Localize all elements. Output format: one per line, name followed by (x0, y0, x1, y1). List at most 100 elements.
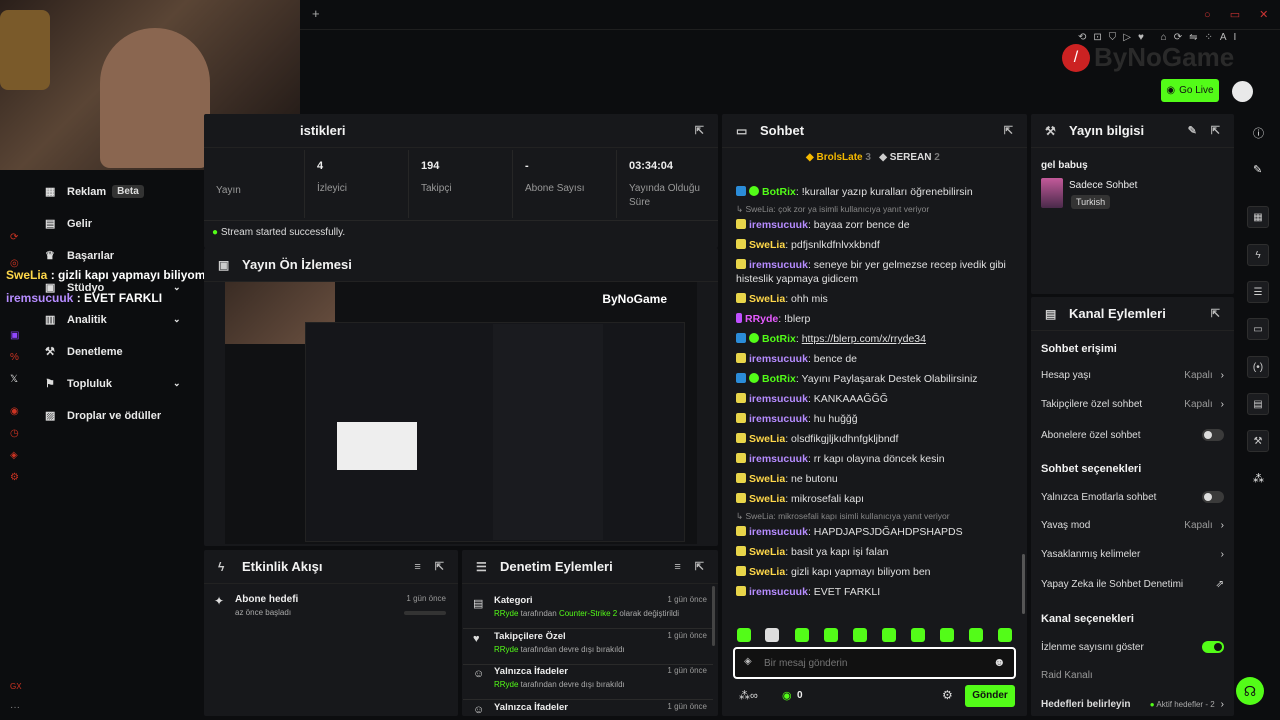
chat-message[interactable]: SweLia: ne butonu (722, 469, 1020, 489)
popout-icon[interactable]: ⇱ (1211, 124, 1220, 137)
popout-icon[interactable]: ⇱ (695, 124, 704, 137)
stats-header: istikleri ⇱ (204, 114, 718, 148)
stream-preview[interactable]: ByNoGame (225, 282, 697, 544)
emote-icon[interactable] (998, 628, 1012, 642)
sidebar-item-gelir[interactable]: ▤ Gelir (45, 217, 92, 231)
chat-message[interactable]: SweLia: basit ya kapı işi falan (722, 542, 1020, 562)
popout-icon[interactable]: ⇱ (695, 560, 704, 573)
emote-icon[interactable] (765, 628, 779, 642)
settings-icon[interactable]: ⚙ (10, 472, 19, 483)
new-tab-plus-icon[interactable]: + (312, 6, 320, 21)
emote-icon[interactable] (940, 628, 954, 642)
play-icon[interactable]: ◉ (10, 406, 19, 417)
twitch-icon[interactable]: ▣ (10, 330, 19, 341)
emote-icon[interactable] (853, 628, 867, 642)
percent-icon[interactable]: % (10, 352, 19, 363)
category-icon: ▤ (473, 598, 484, 610)
list-icon: ☰ (476, 559, 487, 574)
popout-icon[interactable]: ⇱ (435, 560, 444, 573)
broadcast-icon: ◉ (1166, 85, 1176, 96)
discord-icon[interactable]: ◈ (10, 450, 18, 461)
chat-message-input[interactable] (764, 654, 984, 672)
ai-moderation-row[interactable]: Yapay Zeka ile Sohbet Denetimi ⇗ (1031, 579, 1234, 590)
rail-wrench-button[interactable]: ⚒ (1247, 430, 1269, 452)
sidebar-item-topluluk[interactable]: ⚑ Topluluk ⌄ (45, 377, 181, 391)
chat-message[interactable]: iremsucuuk: EVET FARKLI (722, 582, 1020, 602)
popout-icon[interactable]: ⇱ (1004, 124, 1013, 137)
infinity-icon[interactable]: ⁂∞ (739, 689, 758, 702)
sidebar-item-analitik[interactable]: ▥ Analitik ⌄ (45, 313, 181, 327)
chat-header: ▭ Sohbet ⇱ (722, 114, 1027, 148)
avatar[interactable] (1232, 81, 1253, 102)
emotes-only-toggle[interactable] (1202, 491, 1224, 503)
emote-icon[interactable] (882, 628, 896, 642)
pencil-icon[interactable]: ✎ (1253, 163, 1262, 176)
chat-message[interactable]: RRyde: !blerp (722, 309, 1020, 329)
rail-actions-button[interactable]: ▤ (1247, 393, 1269, 415)
raid-row[interactable]: Raid Kanalı (1031, 670, 1234, 681)
send-button[interactable]: Gönder (965, 685, 1015, 707)
banned-words-row[interactable]: Yasaklanmış kelimeler › (1031, 549, 1234, 560)
edit-icon[interactable]: ✎ (1188, 124, 1197, 137)
chat-message[interactable]: iremsucuuk: seneye bir yer gelmezse rece… (722, 255, 1020, 289)
chat-message[interactable]: iremsucuuk: bayaa zorr bence de (722, 215, 1020, 235)
sidebar-item-denetleme[interactable]: ⚒ Denetleme (45, 345, 123, 359)
moderation-scrollbar[interactable] (712, 586, 715, 646)
chat-scrollbar[interactable] (1022, 554, 1025, 614)
chevron-down-icon: ⌄ (173, 314, 181, 324)
rail-moderation-button[interactable]: ☰ (1247, 281, 1269, 303)
chat-message[interactable]: iremsucuuk: KANKAAAĞĞĞ (722, 389, 1020, 409)
sidebar-item-basarilar[interactable]: ♛ Başarılar (45, 249, 114, 263)
chat-message[interactable]: BotRix: https://blerp.com/x/rryde34 (722, 329, 1020, 349)
emote-icon[interactable] (969, 628, 983, 642)
account-age-row[interactable]: Hesap yaşı Kapalı › (1031, 370, 1234, 381)
ads-icon: ▦ (45, 186, 56, 198)
filter-icon[interactable]: ≡ (414, 561, 420, 573)
go-live-button[interactable]: ◉ Go Live (1161, 79, 1219, 102)
sub-badge-icon (736, 259, 746, 269)
popout-icon[interactable]: ⇱ (1211, 307, 1220, 320)
refresh-icon[interactable]: ⟳ (10, 232, 18, 243)
sidebar-item-reklam[interactable]: ▦ Reklam Beta (45, 185, 144, 198)
chevron-right-icon: › (1220, 699, 1224, 710)
chat-message[interactable]: SweLia: gizli kapı yapmayı biliyom ben (722, 562, 1020, 582)
chat-message[interactable]: BotRix: Yayını Paylaşarak Destek Olabili… (722, 369, 1020, 389)
chat-message[interactable]: iremsucuuk: HAPDJAPSJDĞAHDPSHAPDS (722, 522, 1020, 542)
emoji-icon[interactable]: ☻ (993, 655, 1006, 669)
preview-drawing (337, 422, 417, 470)
emote-icon[interactable] (737, 628, 751, 642)
share-icon[interactable]: ⁂ (1253, 472, 1264, 485)
chat-message[interactable]: SweLia: pdfjsnlkdfnlvxkbndf (722, 235, 1020, 255)
goals-row[interactable]: Hedefleri belirleyin ● Aktif hedefler - 2… (1031, 699, 1234, 710)
chat-message[interactable]: iremsucuuk: bence de (722, 349, 1020, 369)
emote-icon[interactable] (795, 628, 809, 642)
emote-icon[interactable] (824, 628, 838, 642)
chat-message[interactable]: iremsucuuk: hu huğğğ (722, 409, 1020, 429)
chat-message[interactable]: BotRix: !kurallar yazıp kuralları öğrene… (722, 182, 1020, 202)
rail-chat-button[interactable]: ▭ (1247, 318, 1269, 340)
info-icon[interactable]: ⓘ (1253, 125, 1264, 141)
show-viewers-toggle[interactable] (1202, 641, 1224, 653)
more-icon[interactable]: ··· (10, 702, 20, 713)
window-controls[interactable]: ○ ▭ ✕ (1204, 8, 1276, 21)
rail-broadcast-button[interactable]: (•) (1247, 356, 1269, 378)
category-name: Sadece Sohbet (1069, 180, 1138, 191)
sidebar-item-droplar[interactable]: ▨ Droplar ve ödüller (45, 409, 161, 423)
chat-message[interactable]: SweLia: mikrosefali kapı (722, 489, 1020, 509)
chat-message[interactable]: SweLia: ohh mis (722, 289, 1020, 309)
emote-icon[interactable] (911, 628, 925, 642)
preview-header: ▣ Yayın Ön İzlemesi (204, 248, 718, 282)
rail-stats-button[interactable]: ▦ (1247, 206, 1269, 228)
support-button[interactable]: ☊ (1236, 677, 1264, 705)
rail-activity-button[interactable]: ϟ (1247, 244, 1269, 266)
clock-icon[interactable]: ◷ (10, 428, 19, 439)
gx-icon[interactable]: GX (10, 682, 22, 691)
filter-icon[interactable]: ≡ (674, 561, 680, 573)
slow-mode-row[interactable]: Yavaş mod Kapalı › (1031, 520, 1234, 531)
x-icon[interactable]: 𝕏 (10, 374, 18, 385)
chat-settings-icon[interactable]: ⚙ (942, 688, 953, 702)
subs-only-toggle[interactable] (1202, 429, 1224, 441)
chat-message[interactable]: SweLia: olsdfikgjljkıdhnfgkljbndf (722, 429, 1020, 449)
chat-message[interactable]: iremsucuuk: rr kapı olayına döncek kesin (722, 449, 1020, 469)
followers-only-row[interactable]: Takipçilere özel sohbet Kapalı › (1031, 399, 1234, 410)
